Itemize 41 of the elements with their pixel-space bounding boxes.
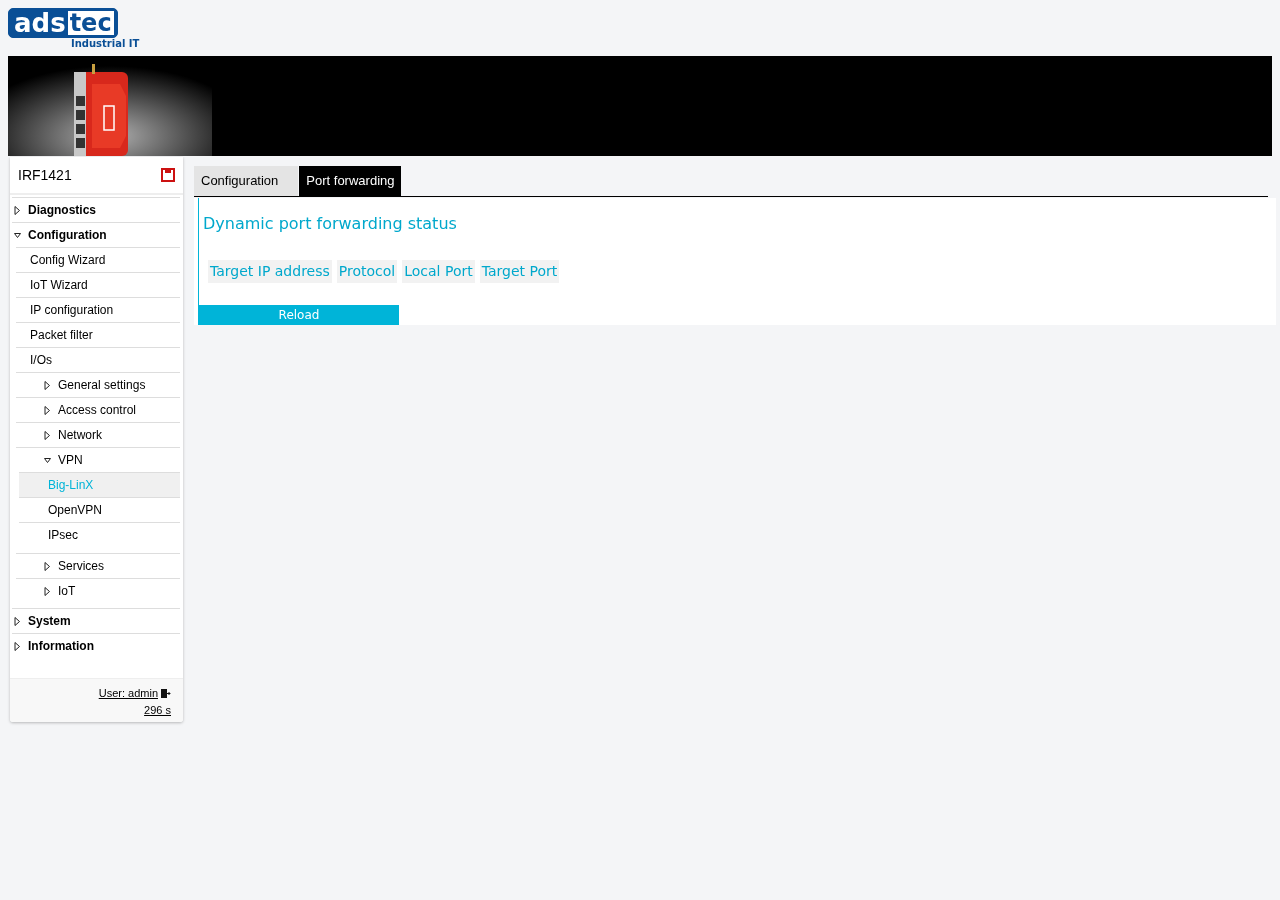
menu-item[interactable]: General settings	[58, 376, 146, 394]
expand-triangle-icon[interactable]	[14, 641, 21, 651]
column-header: Target IP address	[208, 260, 332, 283]
menu-item[interactable]: Packet filter	[30, 326, 93, 344]
user-link[interactable]: User: admin	[98, 685, 158, 702]
menu-item[interactable]: System	[28, 612, 71, 630]
menu-item[interactable]: IP configuration	[30, 301, 114, 319]
expand-triangle-icon[interactable]	[44, 561, 51, 571]
menu-item[interactable]: Information	[28, 637, 94, 655]
tab[interactable]: Port forwarding	[299, 166, 402, 196]
expand-triangle-icon[interactable]	[44, 430, 51, 440]
submenu-item[interactable]: OpenVPN	[19, 497, 180, 522]
column-header: Target Port	[479, 260, 560, 283]
menu-item[interactable]: IoT	[58, 582, 76, 600]
menu-item[interactable]: VPN	[58, 451, 83, 469]
collapse-triangle-icon[interactable]	[44, 455, 51, 465]
menu-item[interactable]: Diagnostics	[28, 201, 96, 219]
menu-item[interactable]: Configuration	[28, 226, 107, 244]
menu-item[interactable]: Config Wizard	[30, 251, 106, 269]
submenu-item[interactable]: IPsec	[19, 522, 180, 547]
expand-triangle-icon[interactable]	[14, 205, 21, 215]
expand-triangle-icon[interactable]	[44, 405, 51, 415]
menu-item[interactable]: I/Os	[30, 351, 52, 369]
panel-title: Dynamic port forwarding status	[202, 213, 458, 235]
expand-triangle-icon[interactable]	[44, 380, 51, 390]
logout-icon[interactable]	[160, 687, 171, 699]
column-header: Protocol	[336, 260, 398, 283]
expand-triangle-icon[interactable]	[14, 616, 21, 626]
menu-item[interactable]: IoT Wizard	[30, 276, 88, 294]
tab[interactable]: Configuration	[194, 166, 299, 196]
expand-triangle-icon[interactable]	[44, 586, 51, 596]
session-timer: 296 s	[144, 702, 171, 718]
menu-item[interactable]: Access control	[58, 401, 137, 419]
menu-item[interactable]: Services	[58, 557, 104, 575]
logo: ads tec	[8, 8, 118, 38]
save-icon[interactable]	[161, 168, 175, 182]
logo-tagline: Industrial IT	[71, 38, 140, 51]
column-header: Local Port	[402, 260, 475, 283]
collapse-triangle-icon[interactable]	[14, 230, 21, 240]
menu-item[interactable]: Network	[58, 426, 102, 444]
device-name: IRF1421	[18, 165, 72, 185]
